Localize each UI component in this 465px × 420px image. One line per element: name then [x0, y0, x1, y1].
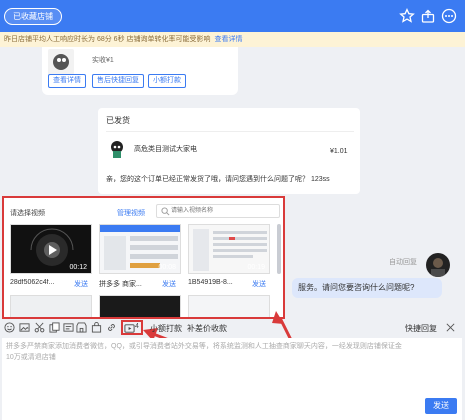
- video-thumbnail-4[interactable]: [10, 295, 92, 317]
- after-sale-quick-reply-button[interactable]: 售后快捷回复: [92, 74, 144, 88]
- video-count: 4: [135, 323, 139, 330]
- agent-avatar: [426, 253, 450, 277]
- video-panel-scrollbar[interactable]: [277, 224, 281, 274]
- video-button[interactable]: 4: [121, 320, 143, 335]
- product-image: [106, 138, 128, 160]
- expand-icon[interactable]: [445, 322, 456, 333]
- video-thumbnail-2[interactable]: 00:08: [99, 224, 181, 274]
- search-icon: [161, 207, 170, 216]
- view-details-button[interactable]: 查看详情: [48, 74, 86, 88]
- top-bar: 已收藏店铺: [0, 0, 465, 32]
- status-badge[interactable]: 已收藏店铺: [4, 8, 62, 25]
- video-duration: 00:12: [69, 264, 87, 271]
- notice-bar: 昨日店铺平均人工响应时长为 68分 6秒 店铺询单转化率可能受影响 查看详情: [0, 32, 465, 47]
- video-name: 28df5062c4f...: [10, 279, 55, 286]
- card-divider: [106, 131, 354, 132]
- share-icon[interactable]: [420, 8, 436, 24]
- video-thumbnail-1[interactable]: 00:12: [10, 224, 92, 274]
- small-payment-tool[interactable]: 小额打款: [150, 323, 182, 334]
- notice-link[interactable]: 查看详情: [215, 36, 243, 43]
- product-thumbnail: [48, 49, 74, 75]
- scissors-icon[interactable]: [34, 322, 45, 333]
- shipping-status: 已发货: [106, 116, 130, 125]
- product-name[interactable]: 高危类目测试大家电: [134, 144, 197, 154]
- video-duration: 00:08: [158, 264, 176, 271]
- card-message: 亲，您的这个订单已经正常发货了哦，请问您遇到什么问题了呢？ 123ss: [106, 176, 330, 183]
- video-thumbnail-6[interactable]: [188, 295, 270, 317]
- image-icon[interactable]: [19, 322, 30, 333]
- auto-reply-label: 自动回复: [389, 259, 417, 266]
- video-panel-title: 请选择视频: [10, 210, 45, 217]
- video-name: 1B54919B-8...: [188, 279, 233, 286]
- quick-reply-tool[interactable]: 快捷回复: [405, 323, 437, 334]
- smile-icon[interactable]: [4, 322, 15, 333]
- video-duration: 00:19: [247, 264, 265, 271]
- price-difference-tool[interactable]: 补差价收款: [187, 323, 227, 334]
- composer-placeholder: 拼多多严禁商家添加消费者微信，QQ，或引导消费者站外交易等，将系统监测和人工抽查…: [6, 343, 402, 361]
- bag-icon[interactable]: [91, 322, 102, 333]
- product-price: ¥1.01: [330, 148, 348, 155]
- card-icon[interactable]: [63, 322, 74, 333]
- video-thumbnail-5[interactable]: [99, 295, 181, 317]
- order-card-2: 已发货 高危类目测试大家电 ¥1.01 亲，您的这个订单已经正常发货了哦，请问您…: [98, 108, 360, 194]
- chat-bubble: 服务。请问您要咨询什么问题呢?: [292, 278, 442, 298]
- received-amount: 实收¥1: [92, 57, 114, 64]
- shop-icon[interactable]: [76, 322, 87, 333]
- send-button[interactable]: 发送: [425, 398, 457, 414]
- video-name: 拼多多 商家...: [99, 281, 142, 288]
- video-send-button[interactable]: 发送: [162, 279, 176, 289]
- video-search-input[interactable]: [171, 206, 277, 216]
- video-selection-panel: 请选择视频 管理视频 00:12 28df5062c4f... 发送 00:08…: [2, 196, 285, 319]
- notice-text: 昨日店铺平均人工响应时长为 68分 6秒 店铺询单转化率可能受影响: [4, 36, 211, 43]
- copy-icon[interactable]: [49, 322, 60, 333]
- small-payment-button[interactable]: 小额打款: [148, 74, 186, 88]
- link-icon[interactable]: [106, 322, 117, 333]
- video-icon: [124, 324, 135, 333]
- more-icon[interactable]: [441, 8, 457, 24]
- manage-videos-link[interactable]: 管理视频: [117, 208, 145, 218]
- video-thumbnail-3[interactable]: 00:19: [188, 224, 270, 274]
- message-composer[interactable]: 拼多多严禁商家添加消费者微信，QQ，或引导消费者站外交易等，将系统监测和人工抽查…: [2, 338, 462, 420]
- video-send-button[interactable]: 发送: [252, 279, 266, 289]
- chat-bubble-text: 服务。请问您要咨询什么问题呢?: [298, 283, 415, 292]
- video-send-button[interactable]: 发送: [74, 279, 88, 289]
- video-search-box[interactable]: [156, 204, 280, 218]
- star-icon[interactable]: [399, 8, 415, 24]
- order-card-1: 实收¥1 查看详情 售后快捷回复 小额打款: [42, 47, 238, 95]
